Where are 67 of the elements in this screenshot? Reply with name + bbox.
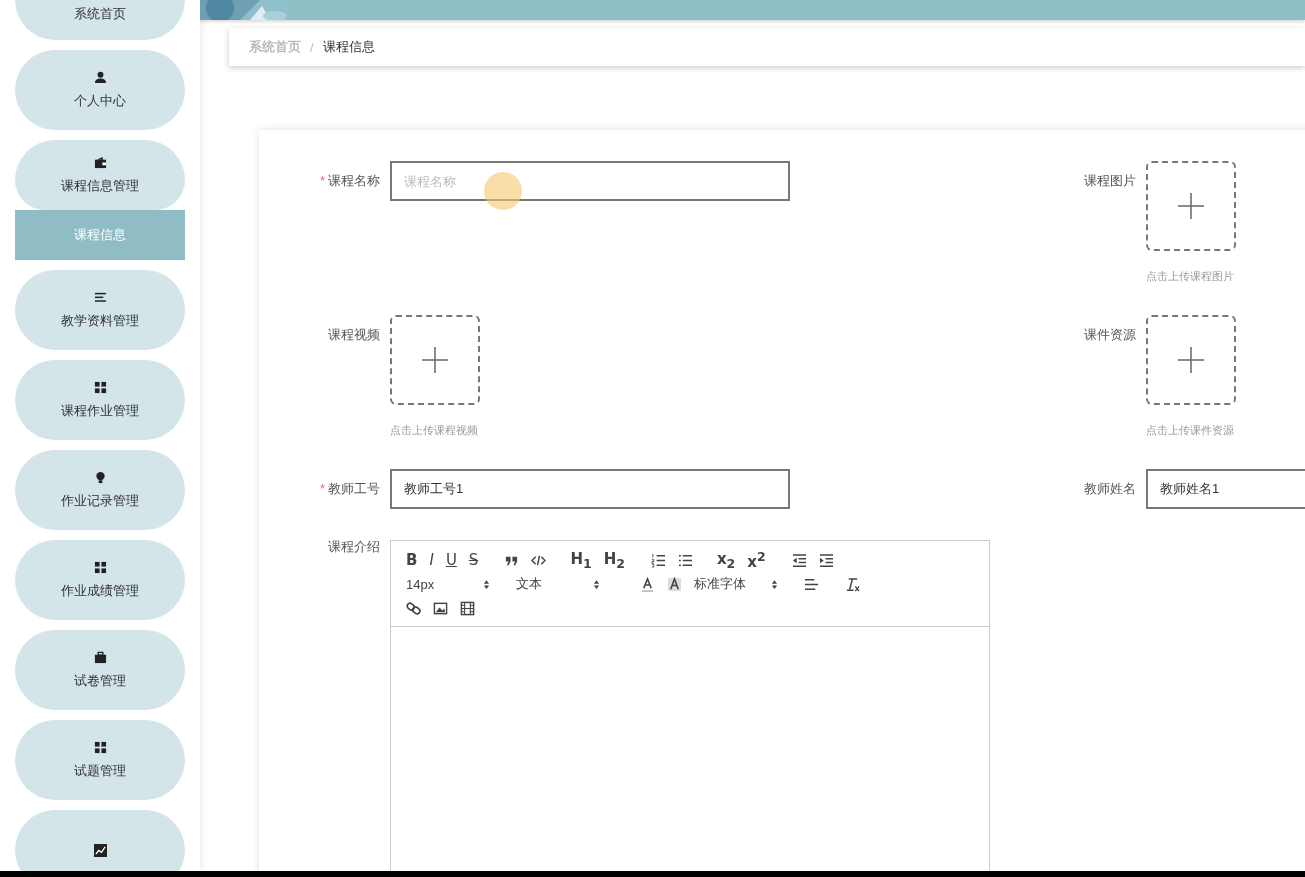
chart-icon (93, 843, 107, 857)
plus-icon (1177, 192, 1205, 220)
field-label: * 教师工号 (259, 469, 380, 509)
breadcrumb-current: 课程信息 (322, 38, 375, 56)
indent-icon[interactable] (818, 552, 834, 568)
up-down-icon (593, 578, 600, 590)
upload-box[interactable] (1146, 161, 1236, 251)
wallet-icon (93, 155, 107, 169)
required-mark: * (319, 172, 325, 190)
header-button[interactable]: H$_{1}$ (570, 549, 592, 571)
ordered-list-icon[interactable] (650, 552, 666, 568)
grid-icon (93, 380, 107, 394)
sidebar-item[interactable]: 试卷管理 (15, 630, 185, 710)
field-label: 课程图片 (1083, 172, 1136, 190)
bold-button[interactable]: B (406, 551, 418, 569)
up-down-icon (771, 578, 778, 590)
outdent-icon[interactable] (791, 552, 807, 568)
clear-format-icon[interactable] (845, 576, 860, 592)
script-button[interactable]: x$_{2}$ (716, 549, 736, 571)
user-icon (93, 70, 107, 84)
text-input[interactable]: 教师姓名1 (1146, 469, 1305, 509)
link-icon[interactable] (406, 600, 421, 616)
sidebar-item[interactable]: 课程信息管理 (15, 140, 185, 210)
upload-box[interactable] (1146, 315, 1236, 405)
field-label: 课件资源 (1083, 326, 1136, 344)
bullet-list-icon[interactable] (677, 552, 693, 568)
grid-icon (93, 740, 107, 754)
strike-button[interactable]: S (468, 551, 479, 569)
toolbar-select[interactable]: 标准字体 (694, 575, 778, 593)
grid-icon (93, 560, 107, 574)
text-input[interactable]: 教师工号1 (390, 469, 790, 509)
upload-hint: 点击上传课程视频 (390, 423, 479, 438)
sidebar-item[interactable]: 个人中心 (15, 50, 185, 130)
film-icon[interactable] (460, 600, 475, 616)
list-icon (93, 290, 107, 304)
highlight-icon[interactable] (667, 576, 682, 592)
font-color-icon[interactable] (640, 576, 655, 592)
upload-hint: 点击上传课程图片 (1146, 269, 1235, 284)
field-label: * 课程名称 (259, 161, 380, 201)
plus-icon (421, 346, 449, 374)
italic-button[interactable]: I (429, 551, 434, 569)
align-icon[interactable] (804, 576, 819, 592)
header-button[interactable]: H$_{2}$ (603, 549, 625, 571)
sidebar-item[interactable]: 系统首页 (15, 0, 185, 40)
bulb-icon (93, 470, 107, 484)
field-label: 课程介绍 (327, 540, 380, 553)
sidebar-item[interactable]: 教学资料管理 (15, 270, 185, 350)
toolbar-select[interactable]: 文本 (516, 575, 600, 593)
image-icon[interactable] (433, 600, 448, 616)
field-label: 教师姓名 (1083, 480, 1136, 498)
underline-button[interactable]: U (445, 551, 457, 569)
sidebar-item[interactable]: 作业成绩管理 (15, 540, 185, 620)
field-label: 课程视频 (327, 326, 380, 344)
upload-hint: 点击上传课件资源 (1146, 423, 1235, 438)
sidebar-item[interactable]: 课程作业管理 (15, 360, 185, 440)
plus-icon (1177, 346, 1205, 374)
briefcase-icon (93, 650, 107, 664)
required-mark: * (319, 480, 325, 498)
breadcrumb-separator: / (310, 39, 314, 55)
script-button[interactable]: x$^{2}$ (747, 549, 766, 571)
text-input[interactable]: 课程名称 (390, 161, 790, 201)
up-down-icon (483, 578, 490, 590)
upload-box[interactable] (390, 315, 480, 405)
cursor-highlight (484, 172, 522, 210)
toolbar-select[interactable]: 14px (406, 576, 490, 592)
sidebar-item[interactable]: 试题管理 (15, 720, 185, 800)
sidebar-item[interactable]: 作业记录管理 (15, 450, 185, 530)
